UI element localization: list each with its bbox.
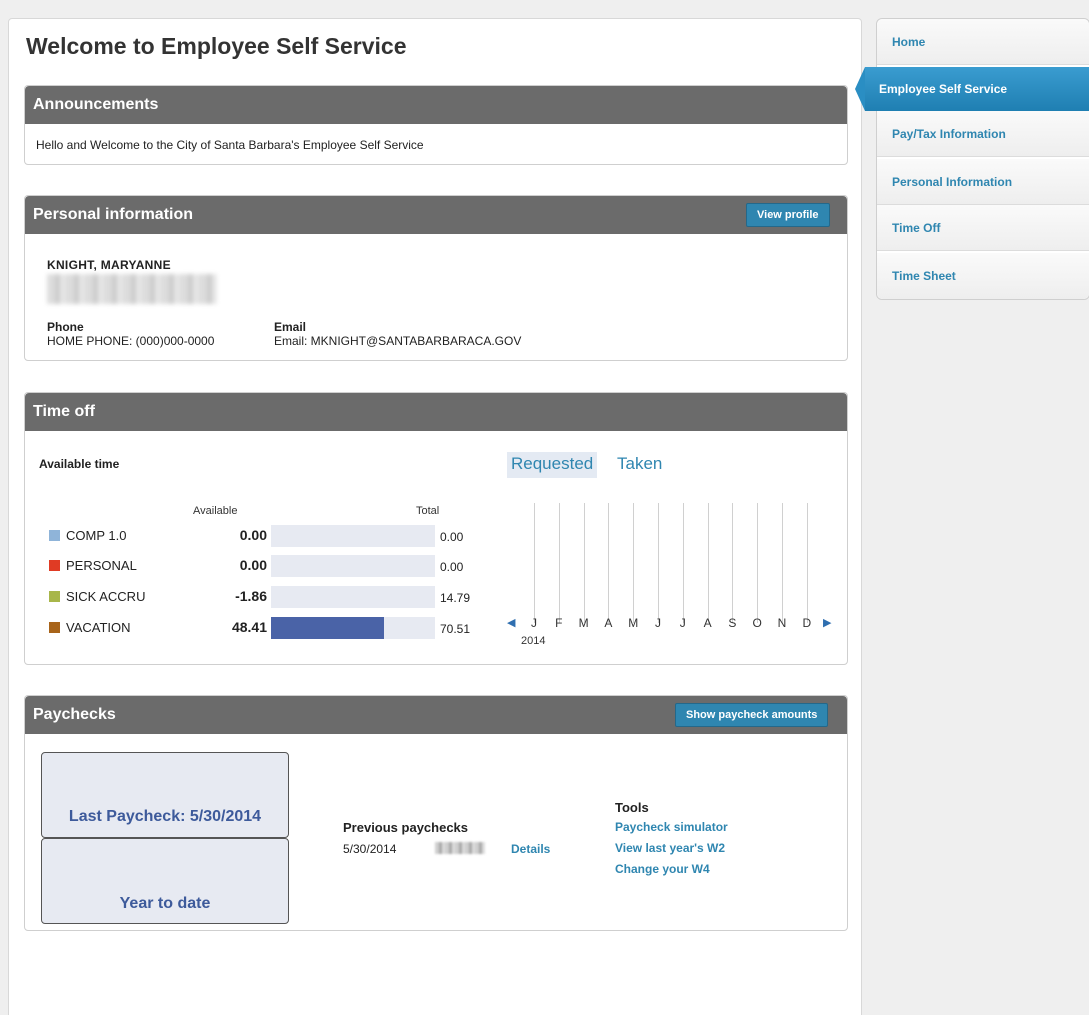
time-off-type: VACATION: [66, 620, 131, 635]
time-off-header: Time off: [25, 393, 847, 431]
available-time-title: Available time: [39, 457, 120, 471]
show-paycheck-amounts-button[interactable]: Show paycheck amounts: [675, 703, 829, 727]
view-profile-button[interactable]: View profile: [746, 203, 830, 227]
announcements-panel: Announcements Hello and Welcome to the C…: [24, 85, 848, 165]
nav-time-sheet[interactable]: Time Sheet: [877, 253, 1089, 299]
month-label[interactable]: A: [701, 616, 715, 630]
time-off-available: 0.00: [239, 527, 267, 543]
month-gridline: [782, 503, 783, 623]
tools-title: Tools: [615, 800, 649, 815]
time-off-row: COMP 1.0 0.00 0.00: [49, 525, 469, 547]
time-off-available: 0.00: [239, 557, 267, 573]
month-gridline: [658, 503, 659, 623]
phone-label: Phone: [47, 320, 84, 334]
nav-pay-tax-information[interactable]: Pay/Tax Information: [877, 111, 1089, 157]
time-off-type: COMP 1.0: [66, 528, 127, 543]
paychecks-title: Paychecks: [33, 706, 116, 723]
email-value: Email: MKNIGHT@SANTABARBARACA.GOV: [274, 334, 522, 348]
month-label[interactable]: S: [725, 616, 739, 630]
time-off-row: SICK ACCRU -1.86 14.79: [49, 586, 471, 608]
personal-info-panel: Personal information View profile KNIGHT…: [24, 195, 848, 361]
month-label[interactable]: O: [750, 616, 764, 630]
tab-taken[interactable]: Taken: [617, 454, 662, 474]
previous-paycheck-date: 5/30/2014: [343, 842, 397, 856]
announcement-text: Hello and Welcome to the City of Santa B…: [36, 138, 424, 152]
time-off-bar: [271, 555, 435, 577]
time-off-available: 48.41: [231, 619, 267, 635]
announcements-header: Announcements: [25, 86, 847, 124]
redacted-amount: [435, 842, 485, 854]
time-off-panel: Time off Available time Available Total …: [24, 392, 848, 665]
time-off-type: SICK ACCRU: [66, 589, 146, 604]
month-label[interactable]: F: [552, 616, 566, 630]
next-year-arrow-icon[interactable]: ▶: [823, 616, 831, 629]
month-gridline: [707, 503, 709, 623]
month-label[interactable]: J: [651, 616, 665, 630]
announcements-title: Announcements: [33, 96, 159, 113]
time-off-total: 0.00: [440, 560, 464, 574]
month-label[interactable]: J: [527, 616, 541, 630]
month-gridline: [732, 503, 734, 623]
time-off-bar: [271, 586, 435, 608]
prev-year-arrow-icon[interactable]: ◀: [507, 616, 515, 629]
total-column-header: Total: [416, 505, 440, 517]
month-label[interactable]: M: [626, 616, 640, 630]
view-w2-link[interactable]: View last year's W2: [615, 841, 725, 855]
year-to-date-box[interactable]: Year to date: [41, 838, 289, 924]
email-label: Email: [274, 320, 307, 334]
tab-requested[interactable]: Requested: [507, 452, 598, 478]
time-off-total: 14.79: [440, 591, 471, 605]
month-gridline: [534, 503, 535, 623]
time-off-bar: [271, 525, 435, 547]
time-off-total: 0.00: [440, 530, 464, 544]
time-off-title: Time off: [33, 403, 95, 420]
time-off-total: 70.51: [440, 622, 471, 636]
paycheck-simulator-link[interactable]: Paycheck simulator: [615, 820, 728, 834]
nav-personal-information[interactable]: Personal Information: [877, 159, 1089, 205]
month-gridline: [806, 503, 808, 623]
month-label[interactable]: M: [577, 616, 591, 630]
month-label[interactable]: N: [775, 616, 789, 630]
legend-swatch: [49, 530, 60, 541]
side-navigation: Home Employee Self Service Pay/Tax Infor…: [855, 18, 1089, 300]
month-gridline: [633, 503, 635, 623]
paychecks-header: Paychecks Show paycheck amounts: [25, 696, 847, 734]
change-w4-link[interactable]: Change your W4: [615, 862, 710, 876]
personal-info-title: Personal information: [33, 206, 194, 223]
legend-swatch: [49, 622, 60, 633]
month-gridline: [558, 503, 560, 623]
time-off-row: PERSONAL 0.00 0.00: [49, 555, 469, 577]
paychecks-panel: Paychecks Show paycheck amounts Last Pay…: [24, 695, 848, 931]
page-title: Welcome to Employee Self Service: [26, 33, 407, 59]
time-off-row: VACATION 48.41 70.51: [49, 617, 471, 639]
month-gridline: [682, 503, 684, 623]
month-gridline: [583, 503, 585, 623]
year-to-date-label: Year to date: [119, 895, 211, 912]
personal-info-header: Personal information View profile: [25, 196, 847, 234]
previous-paychecks-title: Previous paychecks: [343, 820, 469, 835]
chart-year: 2014: [521, 635, 546, 647]
last-paycheck-box[interactable]: Last Paycheck: 5/30/2014: [41, 752, 289, 838]
main-content: Welcome to Employee Self Service Announc…: [8, 18, 862, 1015]
time-off-type: PERSONAL: [66, 558, 137, 573]
time-off-bar: [271, 617, 435, 639]
month-label[interactable]: J: [676, 616, 690, 630]
paycheck-details-link[interactable]: Details: [511, 842, 550, 856]
legend-swatch: [49, 591, 60, 602]
legend-swatch: [49, 560, 60, 571]
employee-name: KNIGHT, MARYANNE: [47, 258, 171, 272]
last-paycheck-label: Last Paycheck: 5/30/2014: [68, 808, 262, 825]
nav-home[interactable]: Home: [877, 19, 1089, 65]
month-label[interactable]: D: [800, 616, 814, 630]
nav-time-off[interactable]: Time Off: [877, 205, 1089, 251]
redacted-address: [47, 274, 217, 304]
month-gridline: [757, 503, 759, 623]
phone-value: HOME PHONE: (000)000-0000: [47, 334, 215, 348]
available-column-header: Available: [193, 505, 238, 517]
nav-employee-self-service[interactable]: Employee Self Service: [855, 67, 1089, 111]
month-gridline: [608, 503, 610, 623]
time-off-available: -1.86: [235, 588, 267, 604]
time-off-bar-fill: [271, 617, 384, 639]
month-label[interactable]: A: [601, 616, 615, 630]
